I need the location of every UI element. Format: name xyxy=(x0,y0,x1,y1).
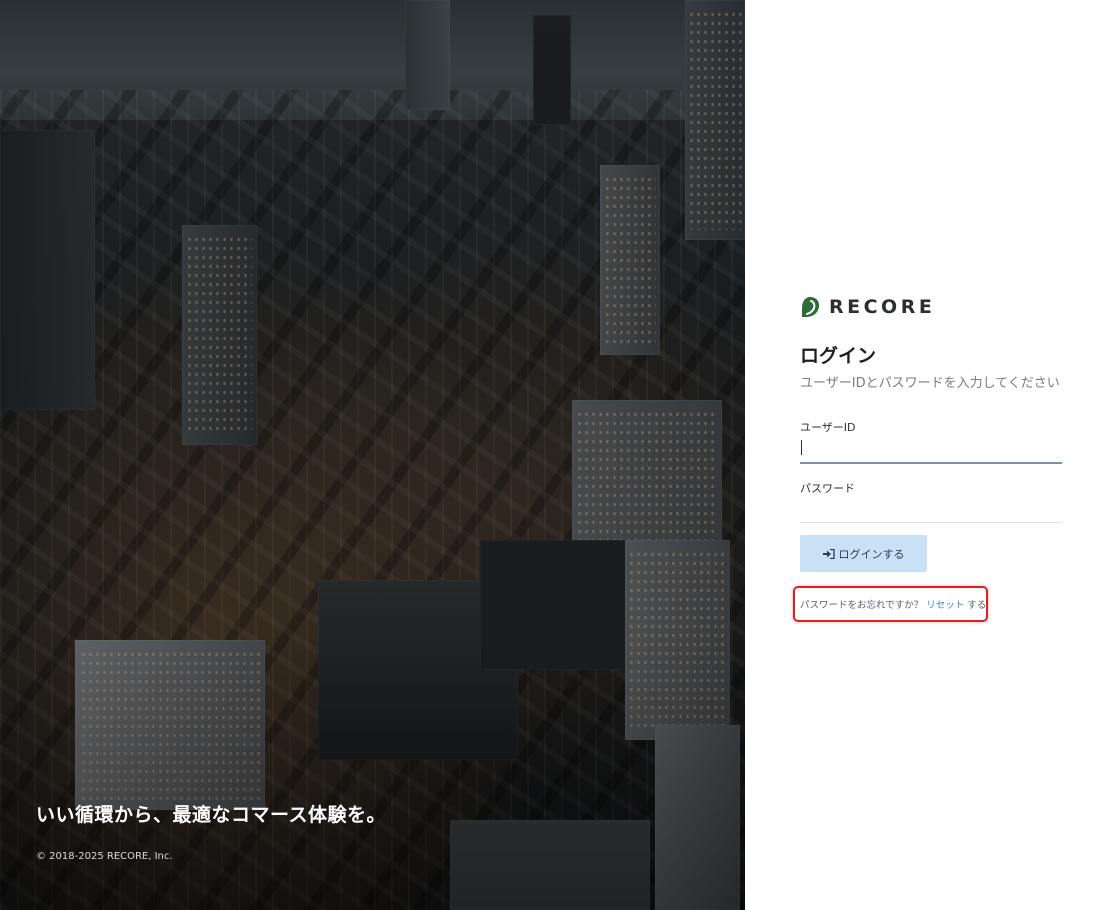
password-label: パスワード xyxy=(800,482,855,495)
user-id-label: ユーザーID xyxy=(800,421,856,434)
page-subtitle: ユーザーIDとパスワードを入力してください xyxy=(800,376,1060,391)
copyright-text: © 2018-2025 RECORE, Inc. xyxy=(36,851,173,862)
user-id-input[interactable] xyxy=(800,437,1062,459)
brand-name: RECORE xyxy=(829,296,936,318)
forgot-password-suffix: する xyxy=(967,600,987,611)
login-button-label: ログインする xyxy=(838,547,905,561)
hero-city-image: いい循環から、最適なコマース体験を。 © 2018-2025 RECORE, I… xyxy=(0,0,745,910)
text-caret xyxy=(801,440,802,455)
reset-password-link[interactable]: リセット xyxy=(926,597,964,611)
hero-tagline: いい循環から、最適なコマース体験を。 xyxy=(36,804,387,826)
page-title: ログイン xyxy=(800,345,877,367)
hero-overlay xyxy=(0,0,745,910)
login-page: いい循環から、最適なコマース体験を。 © 2018-2025 RECORE, I… xyxy=(0,0,1117,910)
forgot-password-row: パスワードをお忘れですか？ リセット する xyxy=(793,586,988,622)
password-underline xyxy=(800,522,1062,523)
brand-logo: RECORE xyxy=(800,296,935,318)
password-input[interactable] xyxy=(800,498,1062,520)
sign-in-icon xyxy=(822,548,835,559)
recore-leaf-icon xyxy=(802,297,819,317)
forgot-password-text: パスワードをお忘れですか？ xyxy=(800,600,924,611)
login-panel: RECORE ログイン ユーザーIDとパスワードを入力してください ユーザーID… xyxy=(745,0,1117,910)
login-button[interactable]: ログインする xyxy=(800,535,927,572)
user-id-underline xyxy=(800,462,1062,464)
